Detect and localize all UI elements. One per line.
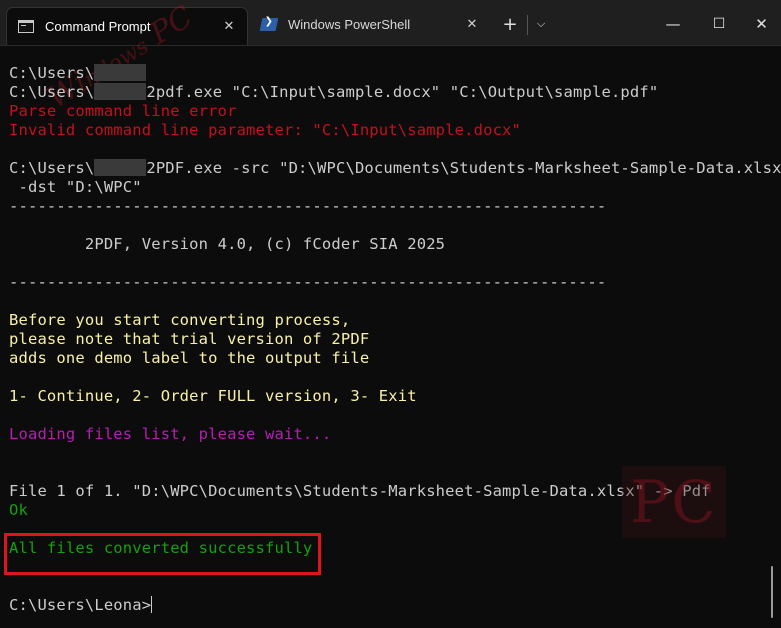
terminal-text: -dst "D:\WPC" [9,178,142,196]
redacted-username [94,64,147,81]
cmd-icon [18,20,34,34]
terminal-line: C:\Users\ [9,64,769,83]
terminal-line: -dst "D:\WPC" [9,178,769,197]
terminal-line: Loading files list, please wait... [9,425,769,444]
maximize-button[interactable]: ☐ [696,8,742,40]
terminal-text: Ok [9,501,28,519]
tab-windows-powershell[interactable]: Windows PowerShell ✕ [250,7,490,41]
terminal-text: 2PDF.exe -src "D:\WPC\Documents\Students… [146,159,781,177]
close-tab-icon[interactable]: ✕ [460,17,484,32]
terminal-text: ----------------------------------------… [9,197,607,215]
terminal-text: please note that trial version of 2PDF [9,330,370,348]
terminal-text: Loading files list, please wait... [9,425,332,443]
close-tab-icon[interactable]: ✕ [217,19,241,34]
close-window-button[interactable]: ✕ [742,8,781,40]
terminal-line: Before you start converting process, [9,311,769,330]
terminal-text: Invalid command line parameter: "C:\Inpu… [9,121,522,139]
terminal-line: 2PDF, Version 4.0, (c) fCoder SIA 2025 [9,235,769,254]
terminal-text: 1- Continue, 2- Order FULL version, 3- E… [9,387,417,405]
terminal-line: C:\Users\ 2pdf.exe "C:\Input\sample.docx"… [9,83,769,102]
scrollbar[interactable] [771,566,773,618]
terminal-line: C:\Users\ 2PDF.exe -src "D:\WPC\Documents… [9,159,781,178]
terminal-line: 1- Continue, 2- Order FULL version, 3- E… [9,387,769,406]
terminal-line: please note that trial version of 2PDF [9,330,769,349]
tab-label: Command Prompt [45,19,151,34]
new-tab-button[interactable]: + [495,8,525,40]
terminal-text: ----------------------------------------… [9,273,607,291]
terminal-text: C:\Users\ [9,64,95,82]
terminal-text: 2PDF, Version 4.0, (c) fCoder SIA 2025 [9,235,446,253]
redacted-username [94,83,147,100]
terminal-line: Invalid command line parameter: "C:\Inpu… [9,121,769,140]
terminal-line: Ok [9,501,769,520]
terminal-text: 2pdf.exe "C:\Input\sample.docx" "C:\Outp… [146,83,659,101]
terminal-text: C:\Users\ [9,159,95,177]
text-cursor [151,596,153,613]
terminal-text: C:\Users\ [9,83,95,101]
terminal-line: ----------------------------------------… [9,273,769,292]
terminal-line: File 1 of 1. "D:\WPC\Documents\Students-… [9,482,769,501]
terminal-line: ----------------------------------------… [9,197,769,216]
powershell-icon [259,17,279,31]
title-bar: Command Prompt ✕ Windows PowerShell ✕ + … [0,0,781,46]
chevron-down-icon[interactable]: ⌵ [530,8,552,40]
terminal-text: File 1 of 1. "D:\WPC\Documents\Students-… [9,482,711,500]
redacted-username [94,159,147,176]
terminal-line: adds one demo label to the output file [9,349,769,368]
terminal-text: Before you start converting process, [9,311,351,329]
terminal-text: C:\Users\Leona> [9,596,152,614]
divider [527,15,528,35]
terminal-text: Parse command line error [9,102,237,120]
terminal-text: adds one demo label to the output file [9,349,370,367]
tab-label: Windows PowerShell [288,16,411,32]
tab-command-prompt[interactable]: Command Prompt ✕ [6,7,248,45]
highlight-box [4,533,321,575]
minimize-button[interactable]: — [650,8,696,40]
terminal-line: Parse command line error [9,102,769,121]
terminal-line: C:\Users\Leona> [9,596,769,615]
